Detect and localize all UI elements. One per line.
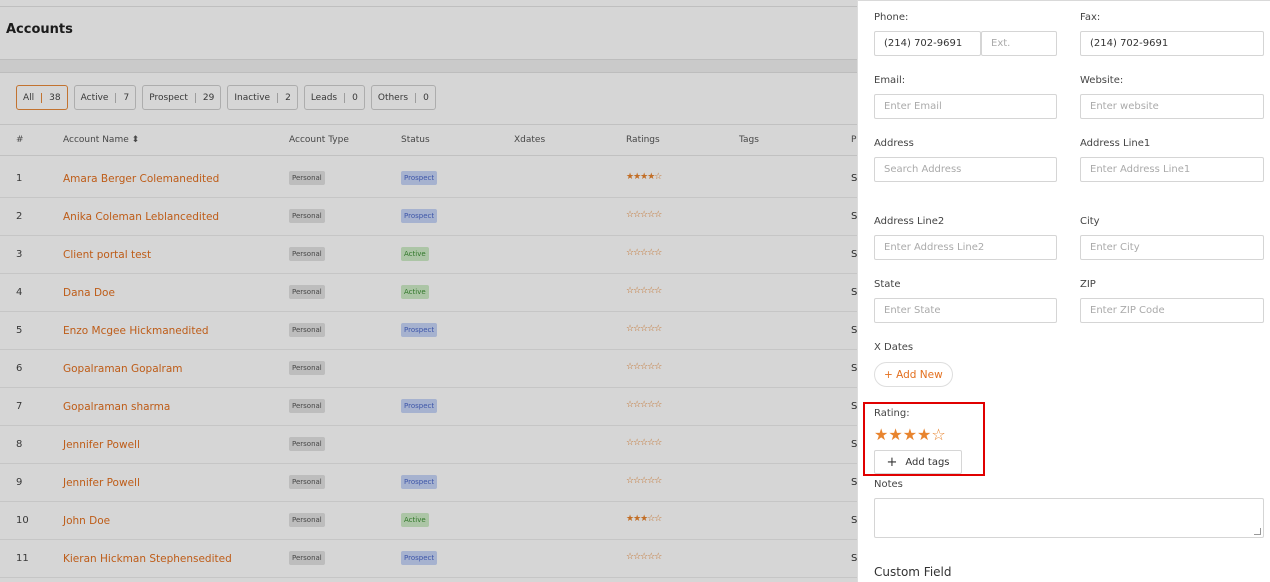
add-xdate-button[interactable]: + Add New bbox=[874, 362, 953, 387]
account-edit-drawer: Phone: (214) 702-9691 Ext. Fax: (214) 70… bbox=[857, 0, 1270, 582]
zip-label: ZIP bbox=[1080, 279, 1096, 290]
website-label: Website: bbox=[1080, 75, 1124, 86]
address-line2-input[interactable]: Enter Address Line2 bbox=[874, 235, 1057, 260]
notes-label: Notes bbox=[874, 479, 903, 490]
address-search-input[interactable]: Search Address bbox=[874, 157, 1057, 182]
address-line1-input[interactable]: Enter Address Line1 bbox=[1080, 157, 1264, 182]
notes-textarea[interactable] bbox=[874, 498, 1264, 538]
email-input[interactable]: Enter Email bbox=[874, 94, 1057, 119]
resize-handle-icon[interactable] bbox=[1254, 528, 1261, 535]
state-label: State bbox=[874, 279, 901, 290]
address-line2-label: Address Line2 bbox=[874, 216, 945, 227]
add-tags-label: Add tags bbox=[905, 456, 950, 468]
zip-input[interactable]: Enter ZIP Code bbox=[1080, 298, 1264, 323]
phone-ext-input[interactable]: Ext. bbox=[981, 31, 1057, 56]
phone-label: Phone: bbox=[874, 12, 909, 23]
custom-field-heading: Custom Field bbox=[874, 565, 952, 579]
rating-stars[interactable]: ★★★★☆ bbox=[874, 425, 946, 444]
address-line1-label: Address Line1 bbox=[1080, 138, 1151, 149]
email-label: Email: bbox=[874, 75, 906, 86]
fax-label: Fax: bbox=[1080, 12, 1101, 23]
plus-icon: + bbox=[886, 454, 898, 470]
modal-backdrop[interactable] bbox=[0, 0, 857, 582]
drawer-top-border bbox=[858, 0, 1270, 1]
add-tags-button[interactable]: + Add tags bbox=[874, 450, 962, 474]
city-label: City bbox=[1080, 216, 1100, 227]
address-label: Address bbox=[874, 138, 914, 149]
website-input[interactable]: Enter website bbox=[1080, 94, 1264, 119]
rating-label: Rating: bbox=[874, 408, 910, 419]
phone-input[interactable]: (214) 702-9691 bbox=[874, 31, 981, 56]
state-input[interactable]: Enter State bbox=[874, 298, 1057, 323]
fax-input[interactable]: (214) 702-9691 bbox=[1080, 31, 1264, 56]
xdates-label: X Dates bbox=[874, 342, 914, 353]
city-input[interactable]: Enter City bbox=[1080, 235, 1264, 260]
